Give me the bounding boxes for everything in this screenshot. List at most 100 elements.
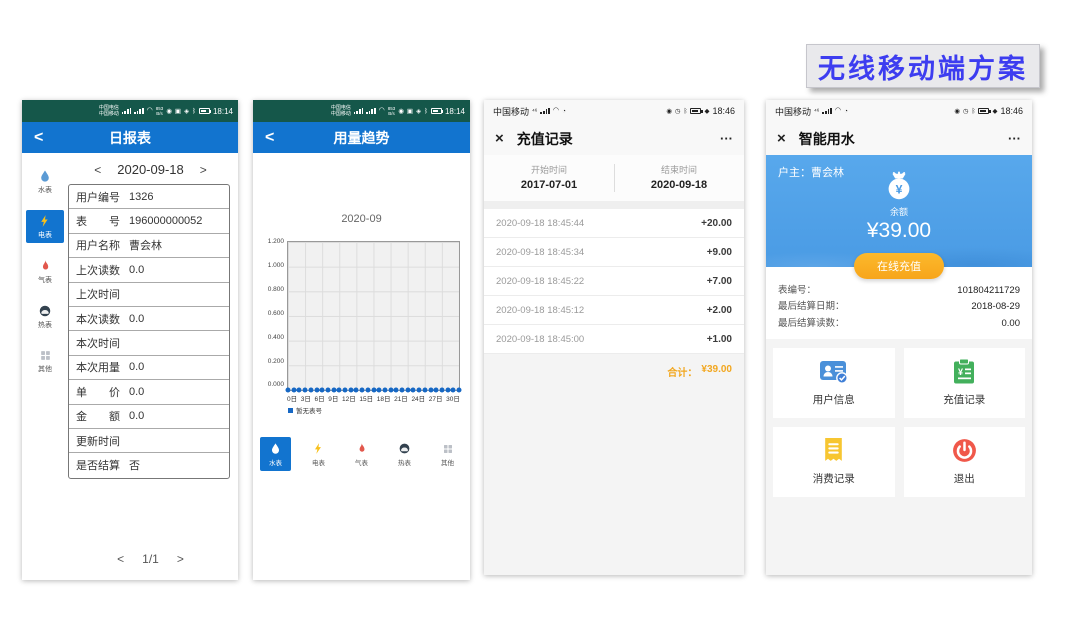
info-label: 最后结算日期： bbox=[778, 299, 845, 315]
flame-icon bbox=[355, 442, 368, 455]
sidebar-item-label: 其他 bbox=[38, 364, 52, 374]
info-label: 表编号： bbox=[778, 283, 816, 299]
svg-text:¥: ¥ bbox=[958, 367, 963, 377]
legend-label: 暂无表号 bbox=[296, 405, 322, 415]
y-tick-label: 0.200 bbox=[261, 359, 284, 366]
signal-bars-icon bbox=[122, 108, 131, 114]
net-speed: 853B/s bbox=[388, 106, 396, 117]
form-row: 上次时间 bbox=[69, 283, 229, 307]
sidebar-item-label: 电表 bbox=[38, 230, 52, 240]
tile-label: 用户信息 bbox=[813, 392, 855, 407]
sidebar-item-label: 水表 bbox=[38, 185, 52, 195]
bluetooth-icon: ᛒ bbox=[192, 108, 196, 115]
tile-recharge-records[interactable]: ¥ 充值记录 bbox=[904, 348, 1026, 418]
meter-type-sidebar: 水表 电表 气表 热表 其他 bbox=[22, 153, 68, 580]
tile-exit[interactable]: 退出 bbox=[904, 427, 1026, 497]
tab-water[interactable]: 水表 bbox=[260, 437, 291, 471]
info-value: 2018-08-29 bbox=[971, 299, 1020, 315]
row-label: 表 号 bbox=[76, 213, 120, 229]
recharge-record-list: 2020-09-18 18:45:44+20.00 2020-09-18 18:… bbox=[484, 209, 744, 354]
end-date-value: 2020-09-18 bbox=[614, 179, 744, 191]
record-row[interactable]: 2020-09-18 18:45:34+9.00 bbox=[484, 238, 744, 267]
flame-icon bbox=[38, 259, 52, 273]
data-point bbox=[286, 388, 291, 393]
x-tick-label: 0日 bbox=[287, 393, 297, 403]
hourglass-icon: ◔ bbox=[562, 108, 566, 115]
form-row: 本次用量0.0 bbox=[69, 356, 229, 380]
tab-heat[interactable]: 热表 bbox=[389, 437, 420, 471]
close-icon[interactable]: × bbox=[495, 130, 504, 147]
money-bag-icon: ¥ bbox=[882, 169, 916, 203]
sidebar-item-gas[interactable]: 气表 bbox=[26, 255, 64, 288]
next-page-button[interactable]: > bbox=[177, 552, 184, 566]
end-date-picker[interactable]: 结束时间 2020-09-18 bbox=[614, 163, 744, 191]
info-row: 最后结算读数：0.00 bbox=[778, 316, 1020, 332]
action-tile-grid: 用户信息 ¥ 充值记录 bbox=[766, 339, 1032, 506]
status-time: 18:14 bbox=[445, 107, 465, 116]
data-point bbox=[314, 388, 319, 393]
tab-electric[interactable]: 电表 bbox=[303, 437, 334, 471]
wifi-icon: ◠ bbox=[553, 106, 559, 114]
tile-user-info[interactable]: 用户信息 bbox=[773, 348, 895, 418]
next-date-button[interactable]: > bbox=[200, 163, 207, 177]
record-row[interactable]: 2020-09-18 18:45:44+20.00 bbox=[484, 209, 744, 238]
tab-label: 其他 bbox=[441, 457, 454, 467]
carrier-labels: 中国电信中国移动 bbox=[331, 105, 351, 117]
data-point bbox=[434, 388, 439, 393]
row-label: 用户名称 bbox=[76, 237, 120, 253]
tile-consumption-records[interactable]: 消费记录 bbox=[773, 427, 895, 497]
bluetooth-icon: ᛒ bbox=[684, 108, 688, 115]
data-point bbox=[394, 388, 399, 393]
tile-label: 消费记录 bbox=[813, 471, 855, 486]
close-icon[interactable]: × bbox=[777, 130, 786, 147]
data-point bbox=[360, 388, 365, 393]
sidebar-item-electric[interactable]: 电表 bbox=[26, 210, 64, 243]
current-date[interactable]: 2020-09-18 bbox=[117, 162, 184, 177]
record-row[interactable]: 2020-09-18 18:45:00+1.00 bbox=[484, 325, 744, 354]
tab-other[interactable]: 其他 bbox=[432, 438, 463, 471]
legend-marker bbox=[288, 408, 293, 413]
page-indicator: 1/1 bbox=[142, 552, 159, 566]
net-speed: 853B/s bbox=[156, 106, 164, 117]
x-tick-label: 15日 bbox=[359, 393, 373, 403]
alarm-icon: ◷ bbox=[963, 107, 969, 115]
info-label: 最后结算读数： bbox=[778, 316, 845, 332]
menu-icon[interactable]: ··· bbox=[720, 131, 733, 146]
record-row[interactable]: 2020-09-18 18:45:22+7.00 bbox=[484, 267, 744, 296]
tab-gas[interactable]: 气表 bbox=[346, 437, 377, 471]
app-bar-title: 日报表 bbox=[22, 128, 238, 148]
heat-meter-icon bbox=[398, 442, 411, 455]
data-point bbox=[422, 388, 427, 393]
user-card-icon bbox=[819, 359, 849, 385]
eye-icon: ◉ bbox=[954, 107, 960, 115]
form-row: 单 价0.0 bbox=[69, 380, 229, 404]
online-recharge-button[interactable]: 在线充值 bbox=[854, 253, 944, 279]
hourglass-icon: ◔ bbox=[844, 108, 848, 115]
tab-label: 热表 bbox=[398, 457, 411, 467]
prev-date-button[interactable]: < bbox=[94, 163, 101, 177]
sidebar-item-heat[interactable]: 热表 bbox=[26, 300, 64, 333]
grid-icon bbox=[442, 443, 454, 455]
net-type-icon: ⁴⁶ bbox=[532, 108, 537, 115]
tab-label: 电表 bbox=[312, 457, 325, 467]
sidebar-item-water[interactable]: 水表 bbox=[26, 165, 64, 198]
form-row: 用户名称曹会林 bbox=[69, 234, 229, 258]
record-row[interactable]: 2020-09-18 18:45:12+2.00 bbox=[484, 296, 744, 325]
lightning-icon bbox=[38, 214, 52, 228]
sidebar-item-other[interactable]: 其他 bbox=[26, 345, 64, 377]
start-date-value: 2017-07-01 bbox=[484, 179, 614, 191]
y-tick-label: 0.600 bbox=[261, 311, 284, 318]
form-row: 本次时间 bbox=[69, 331, 229, 355]
prev-page-button[interactable]: < bbox=[117, 552, 124, 566]
record-amount: +20.00 bbox=[701, 218, 732, 229]
form-row: 是否结算否 bbox=[69, 453, 229, 477]
start-date-picker[interactable]: 开始时间 2017-07-01 bbox=[484, 163, 614, 191]
form-row: 表 号 196000000052 bbox=[69, 209, 229, 233]
grid-icon bbox=[39, 349, 52, 362]
menu-icon[interactable]: ··· bbox=[1008, 131, 1021, 146]
status-time: 18:14 bbox=[213, 107, 233, 116]
row-value: 1326 bbox=[129, 191, 153, 203]
record-time: 2020-09-18 18:45:12 bbox=[496, 305, 584, 316]
page: 无线移动端方案 中国电信中国移动 ◠ 853B/s ◉ ▣ ◈ ᛒ 18:14 … bbox=[0, 0, 1066, 640]
row-value: 196000000052 bbox=[129, 215, 202, 227]
